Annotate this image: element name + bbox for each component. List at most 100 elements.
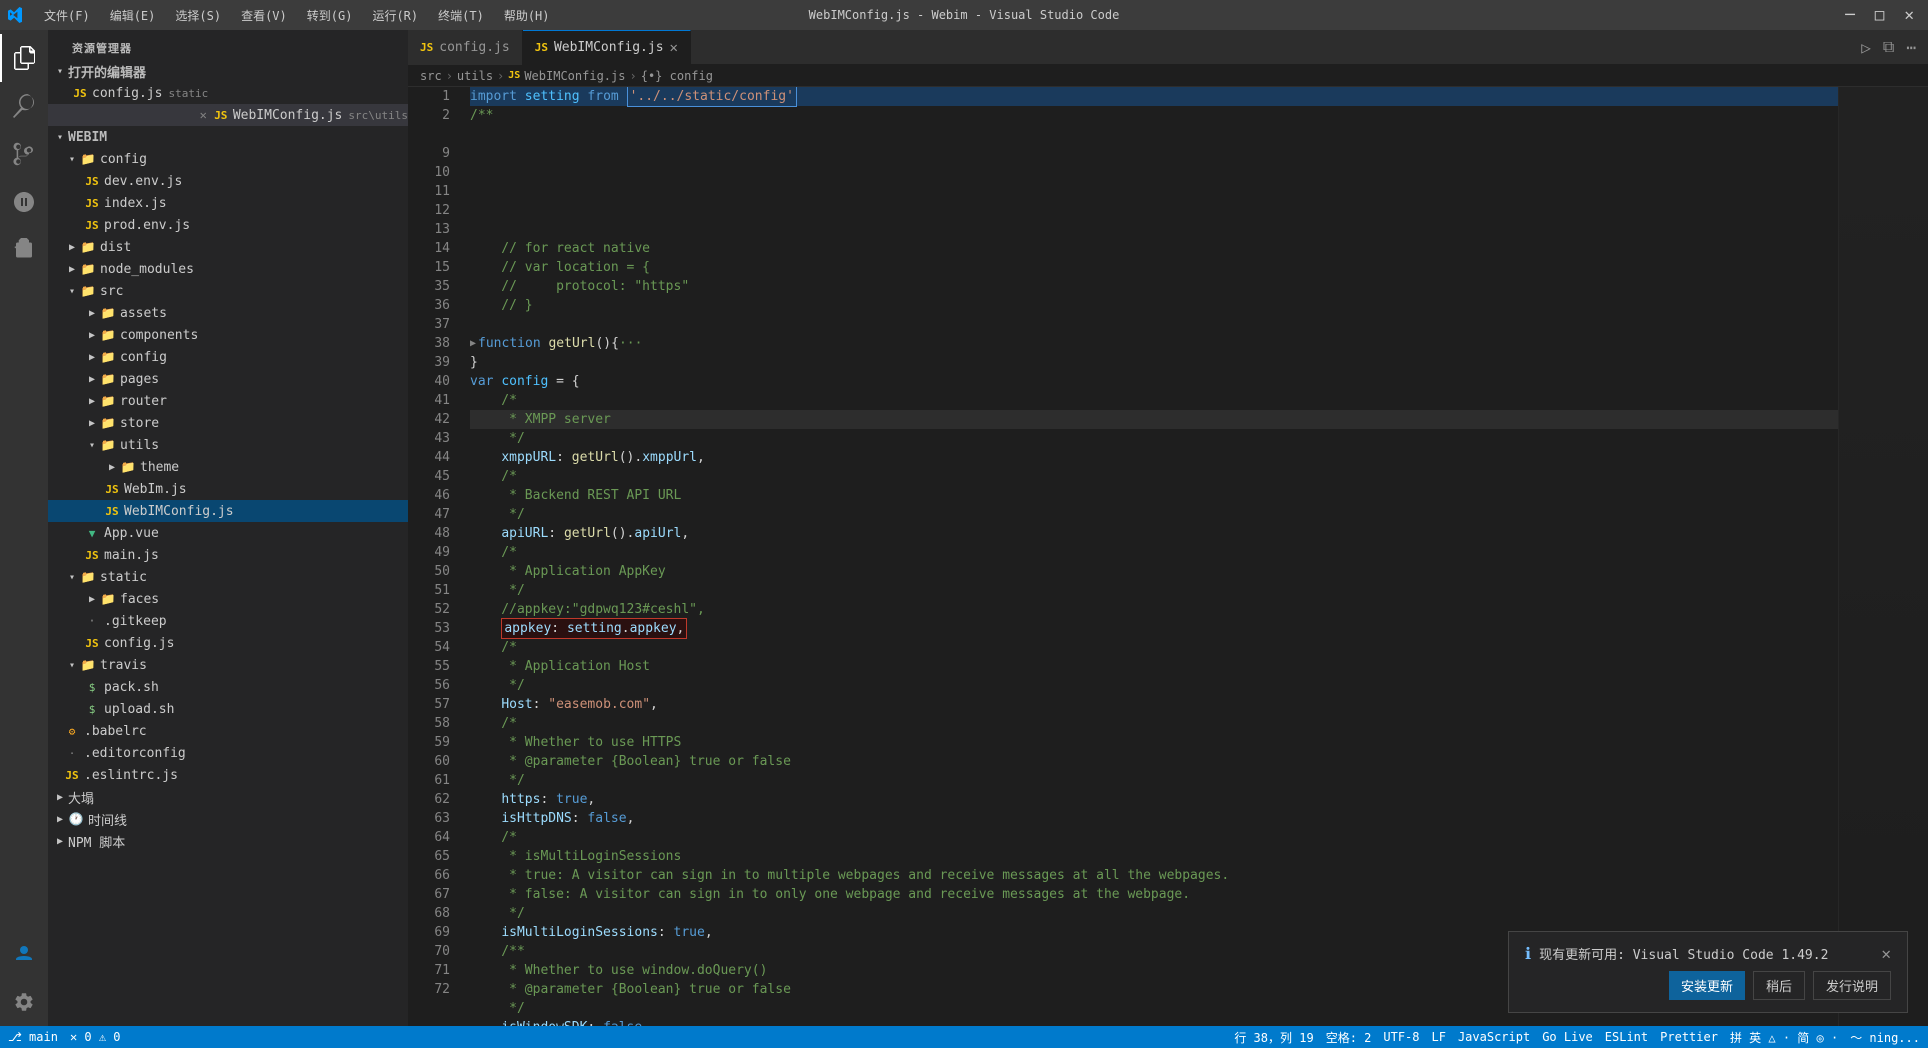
code-line-70: isWindowSDK: false, xyxy=(470,1018,1838,1026)
status-eslint[interactable]: ESLint xyxy=(1605,1030,1648,1044)
status-git-branch[interactable]: ⎇ main xyxy=(8,1030,58,1044)
code-line-12: // protocol: "https" xyxy=(470,277,1838,296)
sh-icon: $ xyxy=(84,679,100,695)
menu-view[interactable]: 查看(V) xyxy=(233,5,295,26)
menu-terminal[interactable]: 终端(T) xyxy=(430,5,492,26)
folder-nm-arrow: ▶ xyxy=(64,261,80,277)
file-main-js[interactable]: JS main.js xyxy=(48,544,408,566)
tab-close-button[interactable]: ✕ xyxy=(670,41,678,55)
breadcrumb-config[interactable]: {•} config xyxy=(641,69,713,83)
section-webim[interactable]: ▾ WEBIM xyxy=(48,126,408,148)
breadcrumb-file[interactable]: JS xyxy=(508,70,520,81)
folder-utils-arrow: ▾ xyxy=(84,437,100,453)
folder-store[interactable]: ▶ 📁 store xyxy=(48,412,408,434)
activity-explorer[interactable] xyxy=(0,34,48,82)
menu-edit[interactable]: 编辑(E) xyxy=(102,5,164,26)
code-editor[interactable]: import setting from '../../static/config… xyxy=(458,87,1838,1026)
folder-travis[interactable]: ▾ 📁 travis xyxy=(48,654,408,676)
code-line-52: */ xyxy=(470,676,1838,695)
activity-run[interactable] xyxy=(0,178,48,226)
status-golive[interactable]: Go Live xyxy=(1542,1030,1593,1044)
section-da-ta[interactable]: ▶ 大塌 xyxy=(48,786,408,808)
close-button[interactable]: ✕ xyxy=(1898,0,1920,30)
tab-webimconfig-js[interactable]: JS WebIMConfig.js ✕ xyxy=(523,30,691,65)
breadcrumb-src[interactable]: src xyxy=(420,69,442,83)
status-extra[interactable]: ～ ning... xyxy=(1850,1029,1920,1046)
folder-faces[interactable]: ▶ 📁 faces xyxy=(48,588,408,610)
more-actions-button[interactable]: ⋯ xyxy=(1902,36,1920,59)
menu-run[interactable]: 运行(R) xyxy=(364,5,426,26)
file-upload-sh[interactable]: $ upload.sh xyxy=(48,698,408,720)
folder-theme-label: theme xyxy=(140,460,179,475)
menu-file[interactable]: 文件(F) xyxy=(36,5,98,26)
file-babelrc[interactable]: ⚙ .babelrc xyxy=(48,720,408,742)
code-line-35: } xyxy=(470,353,1838,372)
file-prod-env[interactable]: JS prod.env.js xyxy=(48,214,408,236)
maximize-button[interactable]: □ xyxy=(1869,0,1891,30)
folder-static[interactable]: ▾ 📁 static xyxy=(48,566,408,588)
later-button[interactable]: 稍后 xyxy=(1753,971,1805,1000)
code-line-42: * Backend REST API URL xyxy=(470,486,1838,505)
folder-node-modules[interactable]: ▶ 📁 node_modules xyxy=(48,258,408,280)
folder-src-label: src xyxy=(100,284,123,299)
status-language[interactable]: JavaScript xyxy=(1458,1030,1530,1044)
tab-config-js[interactable]: JS config.js xyxy=(408,30,523,65)
file-index[interactable]: JS index.js xyxy=(48,192,408,214)
status-eol[interactable]: LF xyxy=(1432,1030,1446,1044)
file-editorconfig[interactable]: · .editorconfig xyxy=(48,742,408,764)
file-static-config[interactable]: JS config.js xyxy=(48,632,408,654)
file-webimconfig-js[interactable]: JS WebIMConfig.js xyxy=(48,500,408,522)
activity-account[interactable] xyxy=(0,930,48,978)
status-errors[interactable]: ✕ 0 ⚠ 0 xyxy=(70,1030,121,1044)
minimize-button[interactable]: ─ xyxy=(1839,0,1861,30)
section-npm[interactable]: ▶ NPM 脚本 xyxy=(48,830,408,852)
file-app-vue[interactable]: ▼ App.vue xyxy=(48,522,408,544)
folder-config[interactable]: ▾ 📁 config xyxy=(48,148,408,170)
open-file-webimconfig[interactable]: ✕ JS WebIMConfig.js src\utils xyxy=(48,104,408,126)
breadcrumb: src › utils › JS WebIMConfig.js › {•} co… xyxy=(408,65,1928,87)
folder-router[interactable]: ▶ 📁 router xyxy=(48,390,408,412)
notification-close-button[interactable]: ✕ xyxy=(1881,944,1891,963)
section-timeline[interactable]: ▶ 🕐 时间线 xyxy=(48,808,408,830)
status-position[interactable]: 行 38，列 19 xyxy=(1234,1029,1313,1046)
open-file-webimconfig-label: WebIMConfig.js xyxy=(233,108,343,123)
install-update-button[interactable]: 安装更新 xyxy=(1669,971,1745,1000)
release-notes-button[interactable]: 发行说明 xyxy=(1813,971,1891,1000)
status-spaces[interactable]: 空格: 2 xyxy=(1326,1029,1372,1046)
activity-extensions[interactable] xyxy=(0,226,48,274)
js-icon-6: JS xyxy=(84,547,100,563)
folder-assets[interactable]: ▶ 📁 assets xyxy=(48,302,408,324)
folder-theme[interactable]: ▶ 📁 theme xyxy=(48,456,408,478)
editor-content: 1 2 9 10 11 12 13 14 15 35 36 37 38 39 xyxy=(408,87,1928,1026)
status-encoding[interactable]: UTF-8 xyxy=(1383,1030,1419,1044)
folder-router-label: router xyxy=(120,394,167,409)
run-button[interactable]: ▷ xyxy=(1857,36,1875,59)
folder-dist[interactable]: ▶ 📁 dist xyxy=(48,236,408,258)
menu-select[interactable]: 选择(S) xyxy=(167,5,229,26)
open-file-config[interactable]: JS config.js static xyxy=(48,82,408,104)
close-file-icon[interactable]: ✕ xyxy=(200,108,207,122)
file-pack-sh[interactable]: $ pack.sh xyxy=(48,676,408,698)
folder-components[interactable]: ▶ 📁 components xyxy=(48,324,408,346)
folder-static-arrow: ▾ xyxy=(64,569,80,585)
file-webim-js[interactable]: JS WebIm.js xyxy=(48,478,408,500)
folder-utils[interactable]: ▾ 📁 utils xyxy=(48,434,408,456)
code-line-1: import setting from '../../static/config… xyxy=(470,87,1838,106)
split-editor-button[interactable]: ⧉ xyxy=(1879,35,1898,59)
status-input-method[interactable]: 拼 英 △ · 简 ◎ · xyxy=(1730,1029,1838,1046)
activity-search[interactable] xyxy=(0,82,48,130)
file-gitkeep[interactable]: · .gitkeep xyxy=(48,610,408,632)
file-eslintrc[interactable]: JS .eslintrc.js xyxy=(48,764,408,786)
section-open-editors[interactable]: ▾ 打开的编辑器 xyxy=(48,60,408,82)
menu-goto[interactable]: 转到(G) xyxy=(299,5,361,26)
activity-source-control[interactable] xyxy=(0,130,48,178)
file-dev-env[interactable]: JS dev.env.js xyxy=(48,170,408,192)
folder-src[interactable]: ▾ 📁 src xyxy=(48,280,408,302)
breadcrumb-filename[interactable]: WebIMConfig.js xyxy=(524,69,625,83)
status-prettier[interactable]: Prettier xyxy=(1660,1030,1718,1044)
breadcrumb-utils[interactable]: utils xyxy=(457,69,493,83)
folder-pages[interactable]: ▶ 📁 pages xyxy=(48,368,408,390)
menu-help[interactable]: 帮助(H) xyxy=(496,5,558,26)
activity-settings[interactable] xyxy=(0,978,48,1026)
folder-src-config[interactable]: ▶ 📁 config xyxy=(48,346,408,368)
